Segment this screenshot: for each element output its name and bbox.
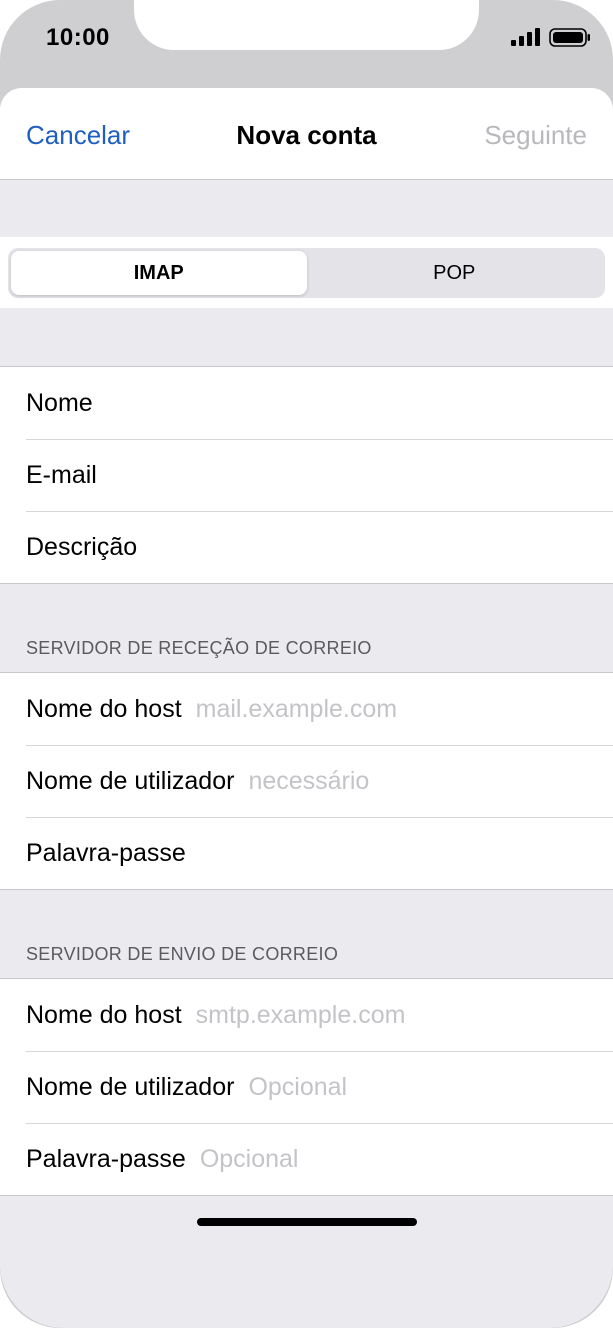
notch	[134, 0, 479, 50]
outgoing-server-header: SERVIDOR DE ENVIO DE CORREIO	[26, 944, 339, 964]
next-button[interactable]: Seguinte	[484, 120, 587, 151]
new-account-sheet: Cancelar Nova conta Seguinte IMAP POP No…	[0, 88, 613, 1328]
outgoing-username-placeholder: Opcional	[248, 1072, 348, 1101]
protocol-segmented-control: IMAP POP	[8, 248, 605, 298]
name-label: Nome	[26, 388, 93, 417]
outgoing-password-placeholder: Opcional	[199, 1144, 299, 1173]
incoming-username-label: Nome de utilizador	[26, 766, 235, 795]
status-bar: 10:00	[0, 0, 613, 88]
segment-imap[interactable]: IMAP	[11, 251, 307, 295]
page-title: Nova conta	[236, 120, 377, 150]
incoming-host-field[interactable]: Nome do host mail.example.com	[0, 673, 613, 745]
incoming-username-placeholder: necessário	[248, 766, 370, 795]
account-info-group: Nome E-mail Descrição	[0, 366, 613, 584]
outgoing-server-group: Nome do host smtp.example.com Nome de ut…	[0, 978, 613, 1196]
outgoing-password-field[interactable]: Palavra-passe Opcional	[0, 1123, 613, 1195]
home-indicator[interactable]	[197, 1218, 417, 1226]
outgoing-username-field[interactable]: Nome de utilizador Opcional	[0, 1051, 613, 1123]
description-field[interactable]: Descrição	[0, 511, 613, 583]
outgoing-username-label: Nome de utilizador	[26, 1072, 235, 1101]
status-time: 10:00	[46, 24, 110, 51]
outgoing-host-field[interactable]: Nome do host smtp.example.com	[0, 979, 613, 1051]
incoming-password-field[interactable]: Palavra-passe	[0, 817, 613, 889]
cancel-button[interactable]: Cancelar	[26, 120, 130, 151]
incoming-server-group: Nome do host mail.example.com Nome de ut…	[0, 672, 613, 890]
incoming-server-header: SERVIDOR DE RECEÇÃO DE CORREIO	[26, 638, 372, 658]
email-field[interactable]: E-mail	[0, 439, 613, 511]
navigation-bar: Cancelar Nova conta Seguinte	[0, 88, 613, 180]
segment-pop[interactable]: POP	[307, 251, 603, 295]
incoming-username-field[interactable]: Nome de utilizador necessário	[0, 745, 613, 817]
outgoing-password-label: Palavra-passe	[26, 1144, 186, 1173]
incoming-password-label: Palavra-passe	[26, 838, 186, 867]
device-frame: 10:00 Cancelar Nova conta Seguinte IMAP …	[0, 0, 613, 1328]
email-label: E-mail	[26, 460, 97, 489]
protocol-segment-band: IMAP POP	[0, 237, 613, 308]
outgoing-host-placeholder: smtp.example.com	[195, 1000, 406, 1029]
description-label: Descrição	[26, 532, 138, 561]
incoming-host-placeholder: mail.example.com	[195, 694, 398, 723]
incoming-host-label: Nome do host	[26, 694, 182, 723]
device-screen: 10:00 Cancelar Nova conta Seguinte IMAP …	[0, 0, 613, 1328]
outgoing-host-label: Nome do host	[26, 1000, 182, 1029]
battery-full-icon	[549, 28, 590, 47]
name-field[interactable]: Nome	[0, 367, 613, 439]
cellular-signal-icon	[511, 28, 540, 46]
